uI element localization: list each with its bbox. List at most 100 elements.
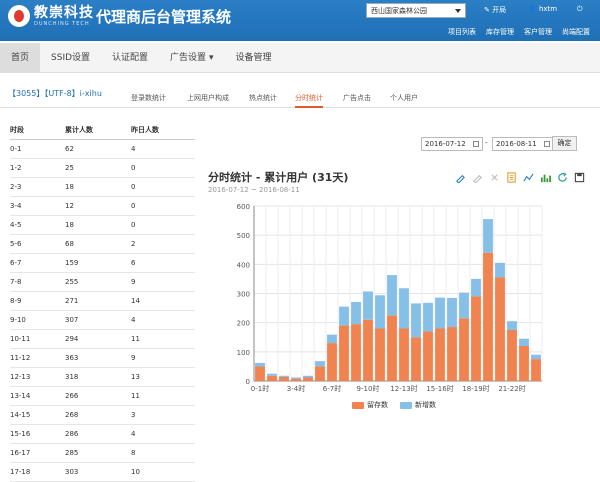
caret-down-icon: ▾ [208, 53, 214, 63]
tab-personal-users[interactable]: 个人用户 [390, 93, 418, 103]
x-tick-label: 9-10时 [357, 384, 380, 393]
menu-inventory[interactable]: 库存管理 [486, 27, 514, 37]
legend-item-new[interactable]: 新增数 [400, 400, 436, 410]
bar-retained [267, 375, 277, 381]
y-tick-label: 200 [237, 320, 250, 328]
main-nav: 首页 SSID设置 认证配置 广告设置 ▾ 设备管理 [0, 43, 600, 73]
cell-total: 12 [65, 202, 74, 210]
menu-config[interactable]: 尚端配置 [562, 27, 590, 37]
nav-auth[interactable]: 认证配置 [101, 43, 159, 73]
cell-period: 6-7 [10, 259, 22, 267]
bar-retained [351, 324, 361, 381]
line-chart-icon[interactable] [523, 172, 534, 183]
clear-mark-icon[interactable] [489, 172, 500, 183]
tab-ad-clicks[interactable]: 广告点击 [343, 93, 371, 103]
chart-title: 分时统计 - 累计用户 (31天) [208, 171, 349, 184]
y-tick-label: 400 [237, 261, 250, 269]
cell-period: 7-8 [10, 278, 22, 286]
refresh-icon[interactable] [557, 172, 568, 183]
table-row: 15-16 286 4 [10, 425, 195, 444]
legend-swatch-retained [352, 401, 364, 409]
bar-retained [411, 337, 421, 381]
bar-retained [423, 331, 433, 381]
cell-total: 286 [65, 430, 79, 438]
cell-period: 13-14 [10, 392, 31, 400]
cell-yesterday: 0 [131, 183, 136, 191]
bar-retained [471, 296, 481, 381]
logout-icon[interactable]: ⏻ [577, 5, 583, 14]
header-yesterday: 昨日人数 [131, 126, 159, 134]
site-select[interactable]: 西山国家森林公园 [366, 3, 466, 18]
bar-retained [375, 328, 385, 381]
end-date-input[interactable]: 2016-08-11 [492, 137, 554, 151]
table-header: 时段 累计人数 昨日人数 [10, 121, 195, 140]
bar-new [255, 362, 265, 367]
cell-period: 11-12 [10, 354, 31, 362]
cell-total: 62 [65, 145, 74, 153]
chevron-down-icon [455, 9, 461, 13]
bar-retained [387, 315, 397, 381]
cell-total: 294 [65, 335, 79, 343]
cell-yesterday: 8 [131, 449, 136, 457]
site-select-value: 西山国家森林公园 [371, 7, 427, 15]
mark-icon[interactable] [455, 172, 466, 183]
cell-yesterday: 13 [131, 373, 140, 381]
table-row: 14-15 268 3 [10, 406, 195, 425]
cell-yesterday: 9 [131, 354, 136, 362]
legend-item-retained[interactable]: 留存数 [352, 400, 388, 410]
user-icon: 👤 [528, 5, 537, 13]
cell-total: 285 [65, 449, 79, 457]
cell-yesterday: 10 [131, 468, 140, 476]
logo-en-text: DUNCHING TECH [34, 20, 90, 27]
pencil-icon: ✎ [484, 6, 490, 14]
cell-yesterday: 2 [131, 240, 136, 248]
confirm-button[interactable]: 确定 [552, 136, 577, 151]
open-link[interactable]: ✎ 开局 [484, 5, 506, 15]
top-header: 教崇科技 DUNCHING TECH 代理商后台管理系统 西山国家森林公园 ✎ … [0, 0, 600, 41]
table-row: 16-17 285 8 [10, 444, 195, 463]
nav-home[interactable]: 首页 [0, 43, 41, 73]
undo-mark-icon[interactable] [472, 172, 483, 183]
menu-customers[interactable]: 客户管理 [524, 27, 552, 37]
cell-total: 268 [65, 411, 79, 419]
cell-total: 18 [65, 221, 74, 229]
cell-yesterday: 6 [131, 259, 136, 267]
nav-ads[interactable]: 广告设置 ▾ [159, 43, 224, 73]
bar-retained [339, 325, 349, 381]
bar-new [519, 338, 529, 346]
bar-new [411, 303, 421, 338]
cell-yesterday: 11 [131, 392, 140, 400]
y-tick-label: 500 [237, 232, 250, 240]
bar-retained [447, 327, 457, 381]
tab-user-composition[interactable]: 上网用户构成 [187, 93, 229, 103]
y-tick-label: 600 [237, 203, 250, 211]
brand-logo: 教崇科技 DUNCHING TECH 代理商后台管理系统 [8, 5, 231, 27]
x-tick-label: 6-7时 [323, 384, 341, 393]
cell-period: 9-10 [10, 316, 26, 324]
menu-project-list[interactable]: 项目列表 [448, 27, 476, 37]
data-view-icon[interactable] [506, 172, 517, 183]
bar-new [495, 262, 505, 278]
cell-yesterday: 4 [131, 430, 136, 438]
tab-login-stats[interactable]: 登录数统计 [131, 93, 166, 103]
nav-devices[interactable]: 设备管理 [224, 43, 282, 73]
cell-yesterday: 0 [131, 221, 136, 229]
bar-retained [255, 366, 265, 381]
tab-hotspot-stats[interactable]: 热点统计 [249, 93, 277, 103]
date-separator: - [485, 139, 488, 147]
tab-hourly-stats[interactable]: 分时统计 [295, 93, 323, 108]
cell-period: 4-5 [10, 221, 22, 229]
save-image-icon[interactable] [574, 172, 585, 183]
x-tick-label: 3-4时 [287, 384, 305, 393]
bar-new [291, 377, 301, 379]
bar-new [483, 219, 493, 253]
cell-total: 307 [65, 316, 79, 324]
start-date-input[interactable]: 2016-07-12 [421, 137, 483, 151]
user-menu[interactable]: 👤 hxtm [528, 5, 557, 13]
x-tick-label: 21-22时 [498, 384, 525, 393]
bar-retained [483, 252, 493, 381]
nav-ssid[interactable]: SSID设置 [40, 43, 101, 73]
cell-period: 2-3 [10, 183, 22, 191]
site-id-label: 【3055】【UTF-8】i-xihu [8, 89, 102, 98]
bar-chart-icon[interactable] [540, 172, 551, 183]
